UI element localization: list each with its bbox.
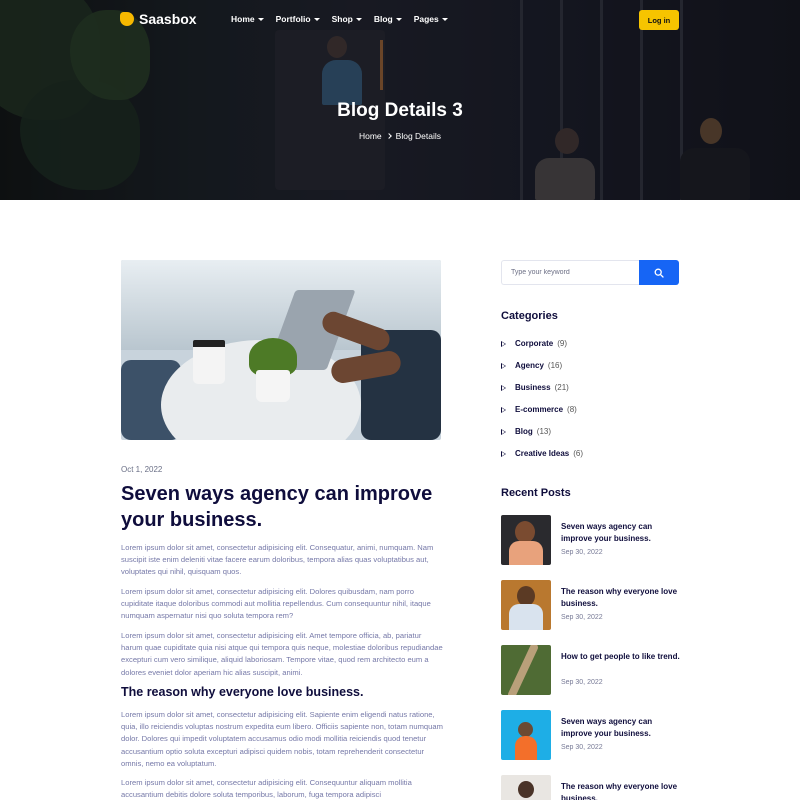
triangle-right-icon bbox=[501, 362, 506, 369]
recent-post-item[interactable]: The reason why everyone love business. bbox=[501, 775, 681, 800]
recent-post-title: How to get people to like trend. bbox=[561, 652, 680, 661]
post-paragraph: Lorem ipsum dolor sit amet, consectetur … bbox=[121, 778, 412, 800]
category-count: (13) bbox=[536, 427, 552, 436]
recent-post-title: Seven ways agency can improve your busin… bbox=[561, 522, 653, 543]
triangle-right-icon bbox=[501, 340, 506, 347]
caret-down-icon bbox=[313, 17, 320, 21]
category-link-business[interactable]: Business (21) bbox=[501, 383, 569, 392]
top-navbar: Saasbox Home Portfolio Shop Blog Pages L… bbox=[0, 0, 800, 40]
search-icon bbox=[654, 268, 664, 278]
triangle-right-icon bbox=[501, 406, 506, 413]
category-name: Business bbox=[515, 383, 551, 392]
breadcrumb-home-link[interactable]: Home bbox=[359, 131, 382, 141]
recent-post-thumbnail bbox=[501, 710, 551, 760]
recent-post-title: The reason why everyone love business. bbox=[561, 587, 678, 608]
recent-posts-title: Recent Posts bbox=[501, 487, 571, 499]
category-name: Blog bbox=[515, 427, 533, 436]
main-menu: Home Portfolio Shop Blog Pages bbox=[231, 14, 448, 24]
plant-pot-shape bbox=[256, 370, 290, 402]
logo-text: Saasbox bbox=[139, 11, 197, 27]
category-link-agency[interactable]: Agency (16) bbox=[501, 361, 562, 370]
menu-item-shop[interactable]: Shop bbox=[332, 14, 362, 24]
caret-down-icon bbox=[355, 17, 362, 21]
category-name: Creative Ideas bbox=[515, 449, 570, 458]
recent-post-date: Sep 30, 2022 bbox=[561, 614, 603, 621]
menu-item-label: Pages bbox=[413, 14, 439, 24]
thumb-road-shape bbox=[506, 645, 540, 695]
categories-title: Categories bbox=[501, 310, 558, 322]
category-name: Corporate bbox=[515, 339, 554, 348]
menu-item-label: Shop bbox=[331, 14, 353, 24]
post-paragraph: Lorem ipsum dolor sit amet, consectetur … bbox=[121, 710, 443, 768]
recent-post-item[interactable]: The reason why everyone love business. S… bbox=[501, 580, 681, 630]
recent-post-date: Sep 30, 2022 bbox=[561, 679, 603, 686]
caret-down-icon bbox=[257, 17, 264, 21]
featured-image bbox=[121, 260, 441, 440]
recent-post-thumbnail bbox=[501, 775, 551, 800]
recent-post-item[interactable]: Seven ways agency can improve your busin… bbox=[501, 710, 681, 760]
post-paragraph: Lorem ipsum dolor sit amet, consectetur … bbox=[121, 631, 443, 677]
recent-post-thumbnail bbox=[501, 580, 551, 630]
post-subheading: The reason why everyone love business. bbox=[121, 685, 364, 699]
coffee-cup-shape bbox=[193, 340, 225, 384]
menu-item-label: Blog bbox=[373, 14, 393, 24]
thumb-head-shape bbox=[518, 781, 534, 798]
chevron-right-icon bbox=[385, 133, 392, 139]
page-hero: Saasbox Home Portfolio Shop Blog Pages L… bbox=[0, 0, 800, 200]
triangle-right-icon bbox=[501, 384, 506, 391]
thumb-head-shape bbox=[518, 722, 533, 737]
recent-post-thumbnail bbox=[501, 515, 551, 565]
logo-icon bbox=[120, 12, 134, 26]
menu-item-label: Portfolio bbox=[275, 14, 311, 24]
recent-post-date: Sep 30, 2022 bbox=[561, 744, 603, 751]
post-paragraph: Lorem ipsum dolor sit amet, consectetur … bbox=[121, 543, 434, 577]
menu-item-pages[interactable]: Pages bbox=[414, 14, 448, 24]
category-link-blog[interactable]: Blog (13) bbox=[501, 427, 551, 436]
thumb-head-shape bbox=[517, 586, 535, 606]
category-link-ecommerce[interactable]: E-commerce (8) bbox=[501, 405, 577, 414]
caret-down-icon bbox=[395, 17, 402, 21]
category-name: Agency bbox=[515, 361, 544, 370]
menu-item-home[interactable]: Home bbox=[231, 14, 264, 24]
menu-item-label: Home bbox=[231, 14, 255, 24]
category-link-creative-ideas[interactable]: Creative Ideas (6) bbox=[501, 449, 583, 458]
thumb-body-shape bbox=[509, 541, 543, 565]
triangle-right-icon bbox=[501, 428, 506, 435]
post-paragraph: Lorem ipsum dolor sit amet, consectetur … bbox=[121, 587, 431, 621]
recent-post-title: Seven ways agency can improve your busin… bbox=[561, 717, 653, 738]
category-count: (6) bbox=[573, 449, 584, 458]
search-button[interactable] bbox=[639, 260, 679, 285]
menu-item-portfolio[interactable]: Portfolio bbox=[276, 14, 320, 24]
post-date: Oct 1, 2022 bbox=[121, 465, 163, 474]
breadcrumb: Home Blog Details bbox=[0, 131, 800, 141]
search-form bbox=[501, 260, 679, 285]
caret-down-icon bbox=[441, 17, 448, 21]
recent-post-item[interactable]: How to get people to like trend. Sep 30,… bbox=[501, 645, 681, 695]
login-button[interactable]: Log in bbox=[639, 10, 679, 30]
page-title: Blog Details 3 bbox=[337, 100, 463, 121]
menu-item-blog[interactable]: Blog bbox=[374, 14, 402, 24]
recent-post-date: Sep 30, 2022 bbox=[561, 549, 603, 556]
search-input[interactable] bbox=[501, 260, 639, 285]
thumb-body-shape bbox=[515, 736, 537, 760]
post-title: Seven ways agency can improve your busin… bbox=[121, 483, 433, 531]
thumb-head-shape bbox=[515, 521, 535, 543]
logo[interactable]: Saasbox bbox=[120, 11, 197, 27]
category-count: (8) bbox=[567, 405, 577, 414]
triangle-right-icon bbox=[501, 450, 506, 457]
recent-post-item[interactable]: Seven ways agency can improve your busin… bbox=[501, 515, 681, 565]
breadcrumb-current: Blog Details bbox=[395, 131, 442, 141]
category-count: (9) bbox=[557, 339, 568, 348]
recent-post-title: The reason why everyone love business. bbox=[561, 782, 678, 800]
category-link-corporate[interactable]: Corporate (9) bbox=[501, 339, 567, 348]
category-count: (16) bbox=[547, 361, 563, 370]
category-count: (21) bbox=[554, 383, 569, 392]
recent-post-thumbnail bbox=[501, 645, 551, 695]
thumb-body-shape bbox=[509, 604, 543, 630]
category-name: E-commerce bbox=[515, 405, 564, 414]
